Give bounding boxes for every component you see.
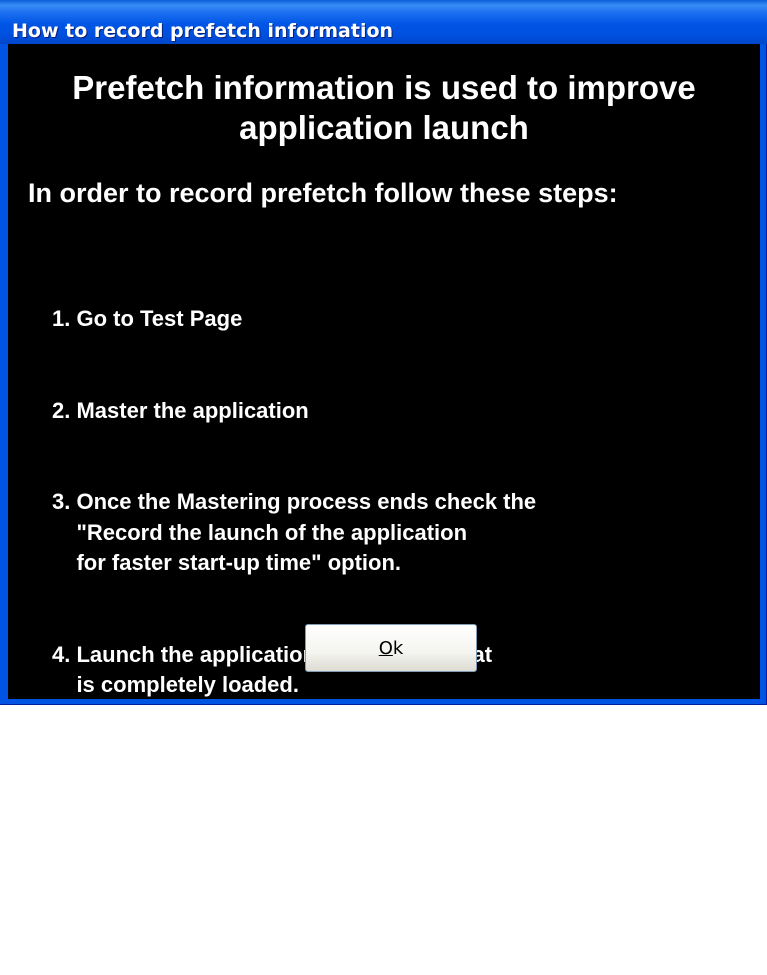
steps-list: 1. Go to Test Page 2. Master the applica… <box>52 243 598 975</box>
ok-button[interactable]: Ok <box>305 624 477 672</box>
subheading: In order to record prefetch follow these… <box>28 178 618 208</box>
step-item: 3. Once the Mastering process ends check… <box>52 489 537 575</box>
dialog-window: How to record prefetch information Prefe… <box>0 0 767 911</box>
title-bar[interactable]: How to record prefetch information <box>0 0 767 44</box>
window-title: How to record prefetch information <box>12 20 394 42</box>
step-item: 5. Close the aplication or hit "Finished… <box>52 763 571 820</box>
ok-button-label: k <box>392 637 404 659</box>
headline: Prefetch information is used to improve … <box>72 69 696 146</box>
step-item: 6. You can see the result of recording o… <box>52 885 598 911</box>
step-item: 2. Master the application <box>52 397 309 423</box>
ok-button-mnemonic: O <box>378 637 393 659</box>
dialog-content: Prefetch information is used to improve … <box>8 44 760 911</box>
step-item: 1. Go to Test Page <box>52 306 243 331</box>
